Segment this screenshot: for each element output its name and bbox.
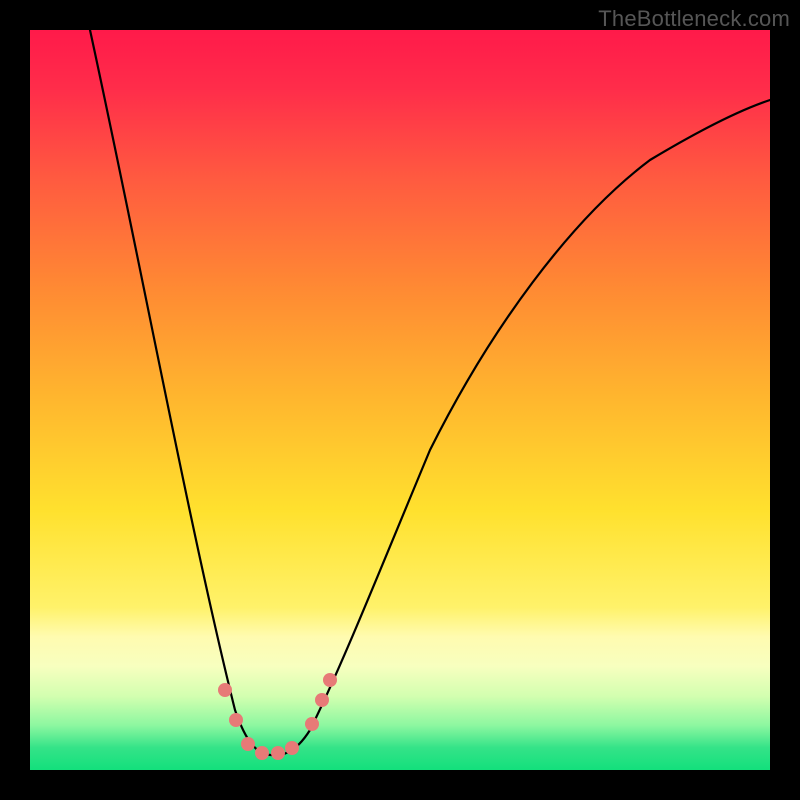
curve-marker: [218, 683, 232, 697]
chart-frame: TheBottleneck.com: [0, 0, 800, 800]
gradient-background: [30, 30, 770, 770]
curve-marker: [255, 746, 269, 760]
curve-marker: [305, 717, 319, 731]
plot-area: [30, 30, 770, 770]
curve-marker: [241, 737, 255, 751]
curve-marker: [315, 693, 329, 707]
curve-marker: [323, 673, 337, 687]
watermark-text: TheBottleneck.com: [598, 6, 790, 32]
curve-marker: [271, 746, 285, 760]
chart-svg: [30, 30, 770, 770]
curve-marker: [229, 713, 243, 727]
curve-marker: [285, 741, 299, 755]
